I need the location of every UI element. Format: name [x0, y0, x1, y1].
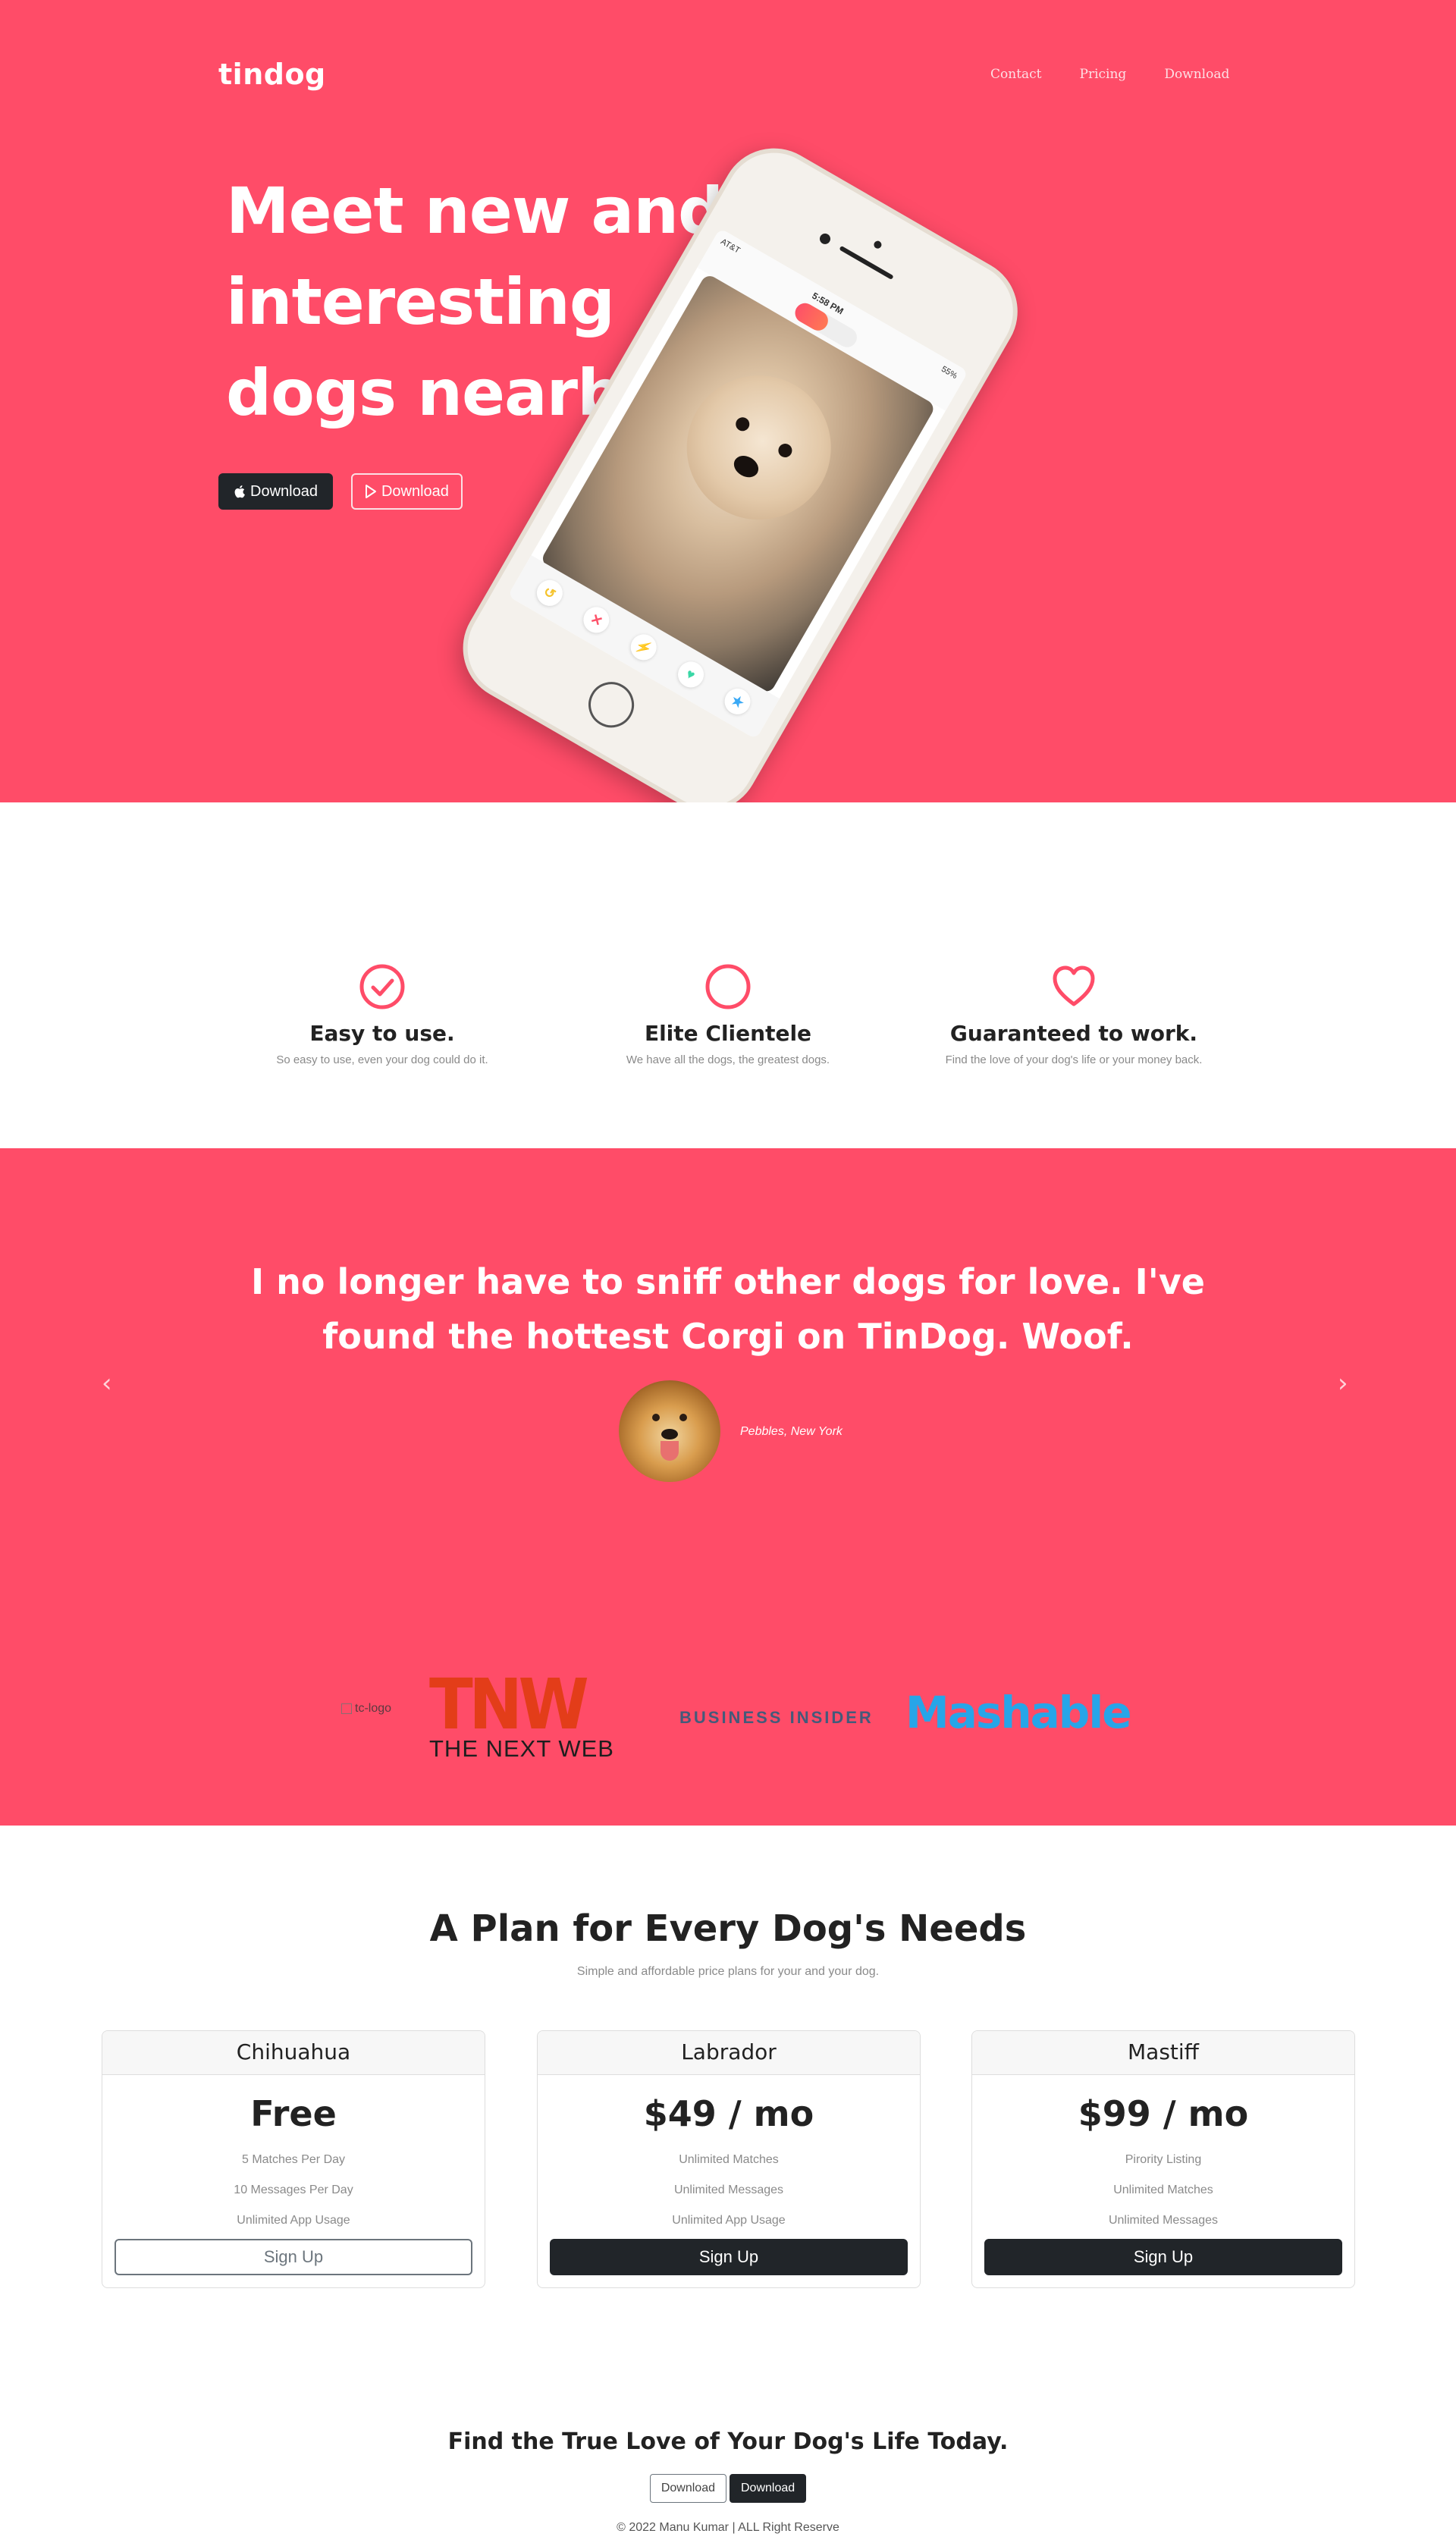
check-circle-icon	[359, 964, 405, 1009]
feature-text: We have all the dogs, the greatest dogs.	[626, 1053, 830, 1066]
plan-feature: Unlimited Messages	[1108, 2214, 1219, 2227]
mashable-logo: Mashable	[905, 1687, 1132, 1738]
boost-icon: ⚡	[626, 629, 661, 665]
nav-pricing[interactable]: Pricing	[1080, 67, 1127, 82]
dog-eye-left	[733, 414, 752, 434]
testimonial-author: Pebbles, New York	[740, 1425, 843, 1438]
tc-logo-alt: tc-logo	[355, 1702, 392, 1715]
testimonial-quote: I no longer have to sniff other dogs for…	[250, 1261, 1206, 1357]
nav-download[interactable]: Download	[1164, 67, 1229, 82]
apple-download-button[interactable]: Download	[218, 473, 333, 510]
plan-card-labrador: Labrador $49 / mo Unlimited Matches Unli…	[537, 2030, 921, 2288]
rewind-icon: ↺	[532, 575, 567, 611]
feature-guaranteed: Guaranteed to work. Find the love of you…	[922, 963, 1225, 1066]
plan-features: Pirority Listing Unlimited Matches Unlim…	[972, 2145, 1354, 2236]
signup-button-mastiff[interactable]: Sign Up	[984, 2239, 1342, 2275]
heart-icon	[1053, 965, 1095, 1006]
footer-buttons: Download Download	[0, 2474, 1456, 2503]
feature-title: Easy to use.	[309, 1021, 455, 1046]
play-download-button[interactable]: Download	[350, 473, 463, 510]
feature-easy: Easy to use. So easy to use, even your d…	[231, 963, 534, 1066]
footer-download-dark-button[interactable]: Download	[730, 2474, 807, 2503]
play-store-icon	[365, 485, 376, 498]
business-insider-logo: BUSINESS INSIDER	[679, 1708, 874, 1727]
feature-text: Find the love of your dog's life or your…	[945, 1053, 1203, 1066]
brand-logo[interactable]: tindog	[218, 58, 326, 91]
apple-download-label: Download	[250, 482, 318, 500]
copyright-text: © 2022 Manu Kumar | ALL Right Reserve	[617, 2521, 839, 2534]
play-download-label: Download	[381, 482, 449, 500]
testimonial-avatar	[619, 1380, 720, 1482]
hero-section: tindog Contact Pricing Download Meet new…	[0, 0, 1456, 802]
plan-name: Chihuahua	[102, 2031, 485, 2075]
plan-feature: Unlimited Matches	[679, 2153, 779, 2166]
plan-feature: Unlimited Matches	[1113, 2184, 1213, 2196]
feature-elite: Elite Clientele We have all the dogs, th…	[576, 963, 880, 1066]
feature-title: Elite Clientele	[644, 1021, 812, 1046]
plan-feature: Unlimited App Usage	[672, 2214, 786, 2227]
feature-text: So easy to use, even your dog could do i…	[276, 1053, 488, 1066]
plan-card-chihuahua: Chihuahua Free 5 Matches Per Day 10 Mess…	[102, 2030, 485, 2288]
plan-name: Mastiff	[972, 2031, 1354, 2075]
feature-title: Guaranteed to work.	[949, 1021, 1198, 1046]
top-nav: Contact Pricing Download	[990, 67, 1267, 82]
phone-camera	[817, 231, 833, 246]
plan-price: $99 / mo	[1078, 2093, 1249, 2134]
broken-image-icon	[341, 1703, 352, 1714]
plan-features: 5 Matches Per Day 10 Messages Per Day Un…	[102, 2145, 485, 2236]
circle-icon	[705, 964, 751, 1009]
footer-download-outline-button[interactable]: Download	[649, 2474, 726, 2503]
tnw-logo-mark: TNW	[429, 1664, 589, 1745]
phone-sensor	[872, 239, 883, 250]
pricing-section: A Plan for Every Dog's Needs Simple and …	[0, 1826, 1456, 2428]
tc-logo: tc-logo	[341, 1702, 391, 1716]
like-icon: ♥	[673, 656, 708, 692]
press-logos: tc-logo TNW THE NEXT WEB BUSINESS INSIDE…	[0, 1652, 1456, 1762]
tnw-logo: TNW THE NEXT WEB	[429, 1670, 634, 1763]
footer-cta-title: Find the True Love of Your Dog's Life To…	[447, 2428, 1009, 2455]
superlike-icon: ★	[720, 683, 755, 720]
phone-carrier: AT&T	[719, 237, 742, 256]
phone-home-button	[580, 673, 643, 736]
phone-speaker	[839, 245, 894, 281]
dog-nose	[730, 451, 763, 482]
phone-battery: 55%	[940, 364, 959, 381]
nav-contact[interactable]: Contact	[990, 67, 1042, 82]
pricing-subtitle: Simple and affordable price plans for yo…	[576, 1965, 880, 1978]
dog-eye-right	[776, 441, 795, 460]
hero-buttons: Download Download	[218, 473, 463, 510]
plan-card-mastiff: Mastiff $99 / mo Pirority Listing Unlimi…	[971, 2030, 1355, 2288]
plan-price: Free	[250, 2093, 337, 2134]
signup-button-labrador[interactable]: Sign Up	[550, 2239, 908, 2275]
carousel-next-icon[interactable]: ›	[1338, 1368, 1348, 1399]
plan-feature: Pirority Listing	[1125, 2153, 1202, 2166]
carousel-prev-icon[interactable]: ‹	[102, 1368, 112, 1399]
dog-face	[660, 349, 858, 546]
plan-features: Unlimited Matches Unlimited Messages Unl…	[538, 2145, 920, 2236]
plan-name: Labrador	[538, 2031, 920, 2075]
nope-icon: ✕	[579, 602, 614, 638]
apple-icon	[234, 485, 245, 498]
plan-price: $49 / mo	[643, 2093, 814, 2134]
signup-button-chihuahua[interactable]: Sign Up	[115, 2239, 472, 2275]
footer-section: Find the True Love of Your Dog's Life To…	[0, 2428, 1456, 2543]
plan-feature: Unlimited Messages	[673, 2184, 784, 2196]
testimonial-section: ‹ › I no longer have to sniff other dogs…	[0, 1148, 1456, 1826]
plan-feature: Unlimited App Usage	[237, 2214, 350, 2227]
pricing-title: A Plan for Every Dog's Needs	[429, 1907, 1027, 1950]
plan-feature: 10 Messages Per Day	[234, 2184, 353, 2196]
features-section: Easy to use. So easy to use, even your d…	[0, 802, 1456, 1148]
plan-feature: 5 Matches Per Day	[241, 2153, 346, 2166]
